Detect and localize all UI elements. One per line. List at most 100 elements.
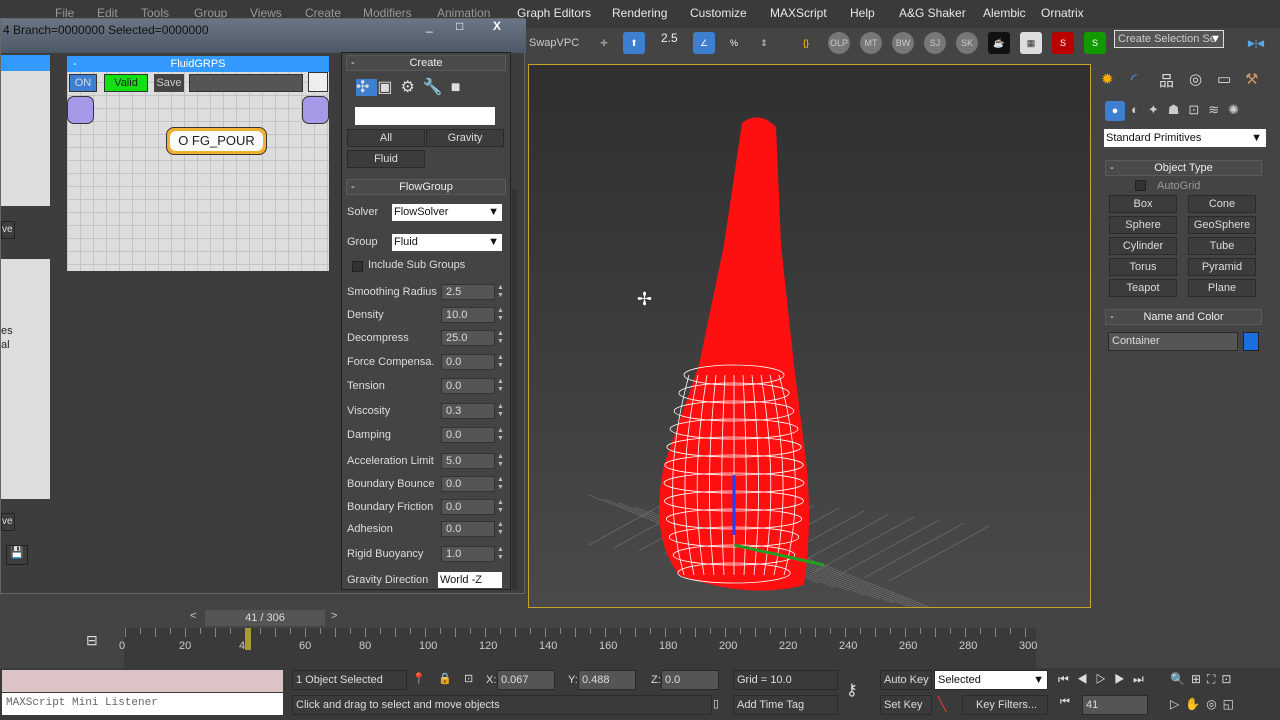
- gravity-direction-dropdown[interactable]: World -Z: [438, 572, 502, 588]
- spinner-icon[interactable]: ▲ ▼: [497, 403, 505, 419]
- next-frame-button[interactable]: >: [331, 610, 343, 626]
- current-frame-input[interactable]: 41: [1082, 695, 1148, 715]
- spinner-icon[interactable]: ▲ ▼: [497, 476, 505, 492]
- solver-dropdown[interactable]: FlowSolver ▼: [392, 204, 502, 221]
- param-value-input[interactable]: 0.0: [441, 427, 495, 443]
- name-color-rollout[interactable]: - Name and Color: [1105, 309, 1262, 325]
- panel-scrollbar[interactable]: [512, 189, 517, 589]
- param-value-input[interactable]: 0.0: [441, 476, 495, 492]
- spinner-icon[interactable]: ▲ ▼: [497, 330, 505, 346]
- spinner-icon[interactable]: ▲ ▼: [497, 284, 505, 300]
- param-value-input[interactable]: 0.0: [441, 378, 495, 394]
- object-color-swatch[interactable]: [1243, 332, 1259, 351]
- create-rollout[interactable]: - Create: [346, 55, 506, 71]
- link-green-icon[interactable]: S: [1084, 32, 1106, 54]
- create-icons[interactable]: ✣▣⚙🔧■: [356, 77, 468, 97]
- maxscript-output[interactable]: [2, 670, 283, 692]
- fg-pour-node[interactable]: O FG_POUR: [166, 127, 267, 155]
- spinner-icon[interactable]: ▲ ▼: [497, 354, 505, 370]
- param-value-input[interactable]: 0.0: [441, 354, 495, 370]
- display-tab-icon[interactable]: ▭: [1217, 70, 1231, 88]
- olp-icon[interactable]: OLP: [828, 32, 850, 54]
- bw-icon[interactable]: BW: [892, 32, 914, 54]
- on-button[interactable]: ON: [69, 74, 97, 92]
- y-coordinate-input[interactable]: 0.488: [578, 670, 636, 690]
- save-disk-icon[interactable]: 💾: [6, 545, 28, 565]
- z-coordinate-input[interactable]: 0.0: [661, 670, 719, 690]
- spinner-icon[interactable]: ▲ ▼: [497, 453, 505, 469]
- param-value-input[interactable]: 5.0: [441, 453, 495, 469]
- autogrid-checkbox[interactable]: [1135, 180, 1146, 191]
- spinner-snap-icon[interactable]: ⇕: [753, 32, 775, 54]
- modify-tab-icon[interactable]: ◜: [1131, 70, 1137, 88]
- input-port[interactable]: [67, 96, 94, 124]
- sk-icon[interactable]: SK: [956, 32, 978, 54]
- primitive-box-button[interactable]: Box: [1109, 195, 1177, 213]
- spinner-icon[interactable]: ▲ ▼: [497, 378, 505, 394]
- menu-alembic[interactable]: Alembic: [983, 6, 1026, 20]
- valid-button[interactable]: Valid: [104, 74, 148, 92]
- time-tag-icon[interactable]: ▯: [713, 697, 719, 710]
- edit-named-sel-icon[interactable]: {}: [795, 32, 817, 54]
- fluid-button[interactable]: Fluid: [347, 150, 425, 168]
- current-frame-marker[interactable]: [245, 628, 251, 650]
- perspective-viewport[interactable]: ✢: [528, 64, 1091, 624]
- include-sub-groups-checkbox[interactable]: [352, 261, 363, 272]
- menu-customize[interactable]: Customize: [690, 6, 747, 20]
- schematic-icon[interactable]: ▦: [1020, 32, 1042, 54]
- key-mode-dropdown[interactable]: Selected ▼: [934, 670, 1048, 690]
- param-value-input[interactable]: 10.0: [441, 307, 495, 323]
- primitive-pyramid-button[interactable]: Pyramid: [1188, 258, 1256, 276]
- move-gizmo-icon[interactable]: ✛: [593, 32, 615, 54]
- left-button-1[interactable]: ve: [1, 221, 15, 239]
- param-value-input[interactable]: 0.0: [441, 499, 495, 515]
- primitive-cylinder-button[interactable]: Cylinder: [1109, 237, 1177, 255]
- object-name-input[interactable]: Container: [1108, 332, 1238, 351]
- save-button[interactable]: Save: [154, 74, 184, 92]
- menu-a-g-shaker[interactable]: A&G Shaker: [899, 6, 966, 20]
- param-value-input[interactable]: 0.3: [441, 403, 495, 419]
- spinner-icon[interactable]: ▲ ▼: [497, 499, 505, 515]
- x-coordinate-input[interactable]: 0.067: [497, 670, 555, 690]
- spinner-icon[interactable]: ▲ ▼: [497, 521, 505, 537]
- menu-maxscript[interactable]: MAXScript: [770, 6, 827, 20]
- primitive-torus-button[interactable]: Torus: [1109, 258, 1177, 276]
- viewport-nav-controls-2[interactable]: ▷✋◎◱: [1170, 697, 1240, 711]
- add-time-tag-button[interactable]: Add Time Tag: [733, 695, 838, 715]
- utilities-tab-icon[interactable]: ⚒: [1245, 70, 1258, 88]
- motion-tab-icon[interactable]: ◎: [1189, 70, 1202, 88]
- viewport-nav-controls[interactable]: 🔍⊞⛶⊡: [1170, 672, 1237, 687]
- key-mode-toggle-icon[interactable]: ⏮: [1060, 696, 1070, 709]
- group-dropdown[interactable]: Fluid ▼: [392, 234, 502, 251]
- isolate-icon[interactable]: 📍: [412, 672, 426, 685]
- percent-snap-icon[interactable]: %: [723, 32, 745, 54]
- absolute-mode-icon[interactable]: ⊡: [464, 672, 473, 685]
- param-value-input[interactable]: 1.0: [441, 546, 495, 562]
- spinner-icon[interactable]: ▲ ▼: [497, 546, 505, 562]
- category-dropdown[interactable]: Standard Primitives ▼: [1104, 129, 1266, 147]
- angle-snap-value[interactable]: 2.5: [661, 31, 678, 45]
- left-button-2[interactable]: ve: [1, 513, 15, 531]
- menu-ornatrix[interactable]: Ornatrix: [1041, 6, 1084, 20]
- swapvpc-label[interactable]: SwapVPC: [529, 37, 579, 49]
- prev-frame-button[interactable]: <: [190, 610, 202, 626]
- lock-icon[interactable]: 🔒: [438, 672, 452, 685]
- minimize-button[interactable]: _: [426, 19, 433, 33]
- key-icon[interactable]: ⚷: [846, 680, 858, 700]
- playback-controls[interactable]: ⏮◀▷▶⏭: [1058, 672, 1152, 687]
- node-name-input[interactable]: [189, 74, 303, 92]
- param-value-input[interactable]: 2.5: [441, 284, 495, 300]
- key-filters-button[interactable]: Key Filters...: [962, 695, 1048, 715]
- primitive-sphere-button[interactable]: Sphere: [1109, 216, 1177, 234]
- gravity-button[interactable]: Gravity: [426, 129, 504, 147]
- key-pen-icon[interactable]: ╲: [938, 696, 946, 713]
- mirror-icon[interactable]: ▶|◀: [1245, 32, 1267, 54]
- flowgroup-rollout[interactable]: - FlowGroup: [346, 179, 506, 195]
- node-editor[interactable]: - FluidGRPS ON Valid Save O FG_POUR: [67, 56, 329, 271]
- param-value-input[interactable]: 25.0: [441, 330, 495, 346]
- create-dropdown[interactable]: [355, 107, 495, 125]
- object-type-rollout[interactable]: - Object Type: [1105, 160, 1262, 176]
- angle-snap-icon[interactable]: ∠: [693, 32, 715, 54]
- sj-icon[interactable]: SJ: [924, 32, 946, 54]
- link-red-icon[interactable]: S: [1052, 32, 1074, 54]
